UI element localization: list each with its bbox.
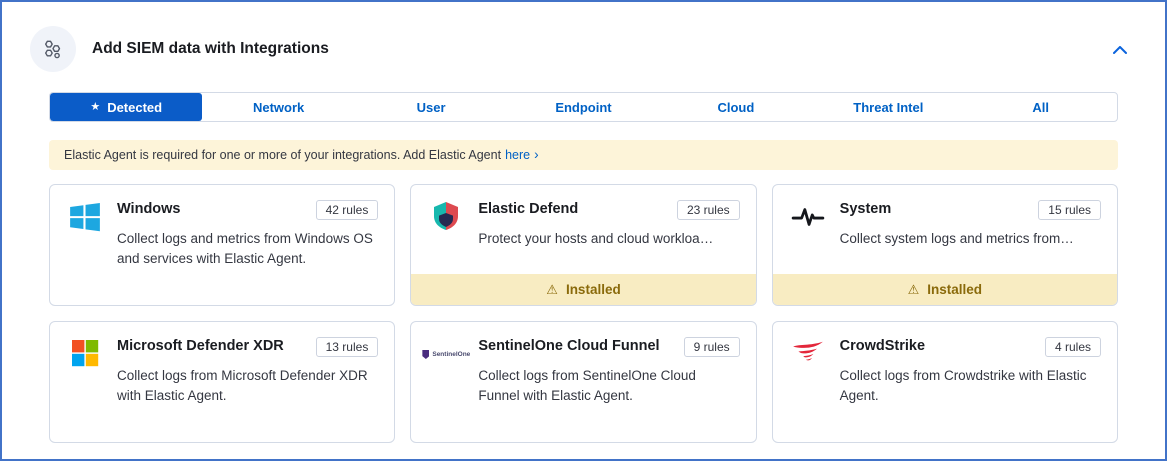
tab-threat-intel[interactable]: Threat Intel: [812, 93, 964, 121]
tab-label: User: [417, 100, 446, 115]
crowdstrike-logo-icon: [789, 337, 827, 375]
tab-label: Network: [253, 100, 304, 115]
windows-logo-icon: [66, 200, 104, 238]
panel-header: Add SIEM data with Integrations: [2, 2, 1165, 92]
tab-label: Threat Intel: [853, 100, 923, 115]
card-title: SentinelOne Cloud Funnel: [478, 337, 673, 356]
installed-status: ⚠ Installed: [411, 274, 755, 305]
card-title: Elastic Defend: [478, 200, 667, 219]
agent-required-callout: Elastic Agent is required for one or mor…: [49, 140, 1118, 170]
card-description: Collect system logs and metrics from…: [840, 229, 1101, 249]
rules-count-badge: 42 rules: [316, 200, 379, 220]
sentinelone-shield-glyph: [422, 350, 429, 359]
card-title: Microsoft Defender XDR: [117, 337, 306, 356]
sentinelone-wordmark: SentinelOne: [432, 351, 470, 358]
card-body: SentinelOne SentinelOne Cloud Funnel 9 r…: [411, 322, 755, 442]
rules-count-badge: 23 rules: [677, 200, 740, 220]
warning-icon: ⚠: [546, 283, 558, 296]
card-body: CrowdStrike 4 rules Collect logs from Cr…: [773, 322, 1117, 442]
collapse-panel-button[interactable]: [1107, 36, 1133, 63]
tab-label: Endpoint: [555, 100, 611, 115]
installed-label: Installed: [927, 282, 982, 297]
integrations-grid: Windows 42 rules Collect logs and metric…: [49, 184, 1118, 443]
integration-card-microsoft-defender-xdr[interactable]: Microsoft Defender XDR 13 rules Collect …: [49, 321, 395, 443]
tab-label: Cloud: [717, 100, 754, 115]
tab-all[interactable]: All: [965, 93, 1117, 121]
elastic-defend-logo-icon: [427, 200, 465, 238]
card-description: Collect logs and metrics from Windows OS…: [117, 229, 378, 269]
tab-endpoint[interactable]: Endpoint: [507, 93, 659, 121]
card-body: System 15 rules Collect system logs and …: [773, 185, 1117, 274]
integrations-panel: { "panel": { "title": "Add SIEM data wit…: [0, 0, 1167, 461]
integration-card-sentinelone-cloud-funnel[interactable]: SentinelOne SentinelOne Cloud Funnel 9 r…: [410, 321, 756, 443]
integrations-icon: [30, 26, 76, 72]
card-description: Collect logs from Microsoft Defender XDR…: [117, 366, 378, 406]
tab-network[interactable]: Network: [202, 93, 354, 121]
system-logo-icon: [789, 200, 827, 238]
integration-card-system[interactable]: System 15 rules Collect system logs and …: [772, 184, 1118, 306]
card-title: Windows: [117, 200, 306, 219]
chevron-right-icon: ›: [534, 148, 539, 162]
integration-card-elastic-defend[interactable]: Elastic Defend 23 rules Protect your hos…: [410, 184, 756, 306]
card-title: System: [840, 200, 1029, 219]
integration-card-crowdstrike[interactable]: CrowdStrike 4 rules Collect logs from Cr…: [772, 321, 1118, 443]
card-body: Windows 42 rules Collect logs and metric…: [50, 185, 394, 305]
warning-icon: ⚠: [908, 283, 920, 296]
integration-card-windows[interactable]: Windows 42 rules Collect logs and metric…: [49, 184, 395, 306]
category-tabs: ★ Detected Network User Endpoint Cloud T…: [49, 92, 1118, 122]
tab-user[interactable]: User: [355, 93, 507, 121]
rules-count-badge: 13 rules: [316, 337, 379, 357]
callout-text: Elastic Agent is required for one or mor…: [64, 148, 501, 162]
page-title: Add SIEM data with Integrations: [92, 40, 329, 58]
card-description: Protect your hosts and cloud workloa…: [478, 229, 739, 249]
add-elastic-agent-link[interactable]: here: [505, 148, 530, 162]
rules-count-badge: 9 rules: [684, 337, 740, 357]
rules-count-badge: 4 rules: [1045, 337, 1101, 357]
microsoft-logo-icon: [66, 337, 104, 375]
card-title: CrowdStrike: [840, 337, 1035, 356]
card-description: Collect logs from Crowdstrike with Elast…: [840, 366, 1101, 406]
installed-status: ⚠ Installed: [773, 274, 1117, 305]
tab-label: All: [1032, 100, 1049, 115]
tab-cloud[interactable]: Cloud: [660, 93, 812, 121]
rules-count-badge: 15 rules: [1038, 200, 1101, 220]
installed-label: Installed: [566, 282, 621, 297]
star-icon: ★: [90, 102, 100, 113]
card-body: Elastic Defend 23 rules Protect your hos…: [411, 185, 755, 274]
card-body: Microsoft Defender XDR 13 rules Collect …: [50, 322, 394, 442]
chevron-up-icon: [1113, 42, 1127, 57]
tab-detected[interactable]: ★ Detected: [50, 93, 202, 121]
tab-label: Detected: [107, 100, 162, 115]
card-description: Collect logs from SentinelOne Cloud Funn…: [478, 366, 739, 406]
sentinelone-logo-icon: SentinelOne: [427, 337, 465, 375]
